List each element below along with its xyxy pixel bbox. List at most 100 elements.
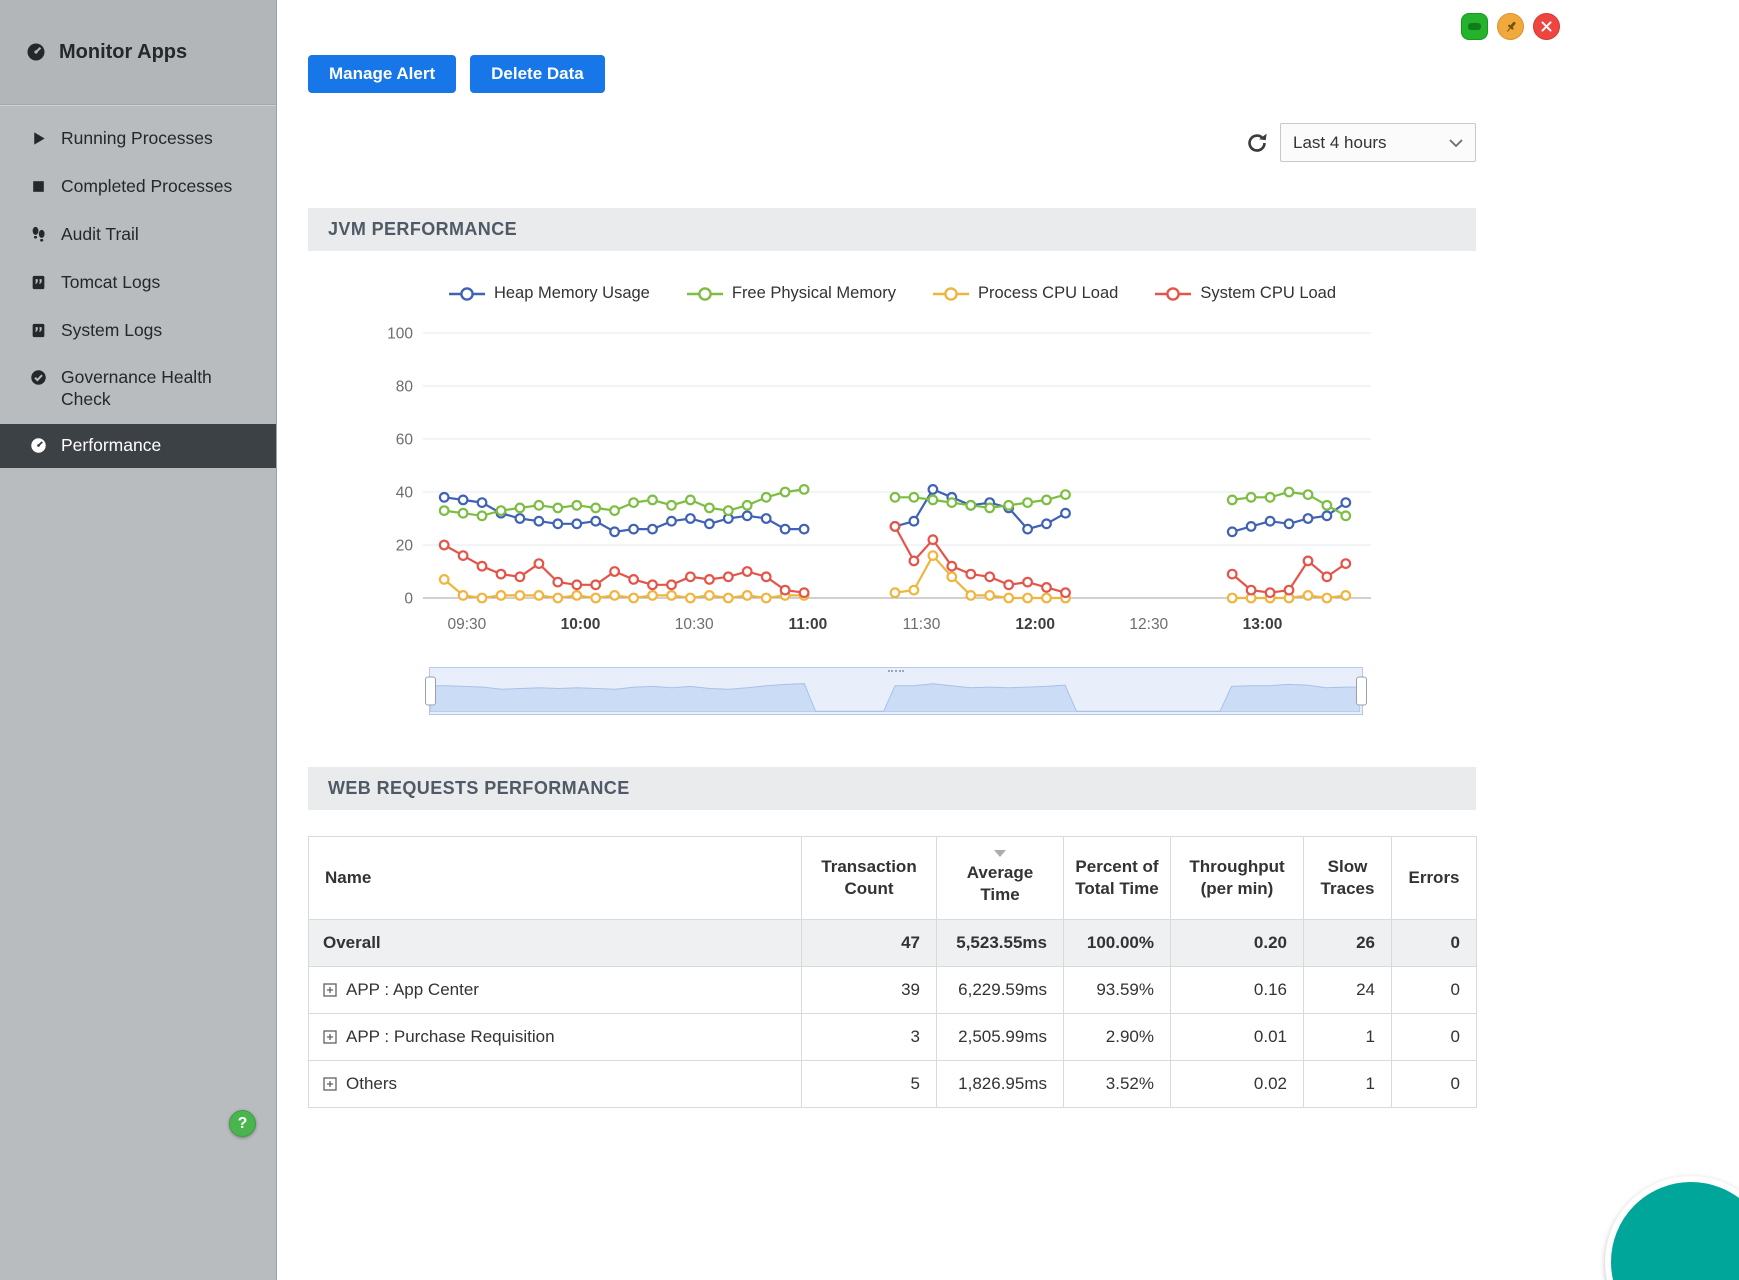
navigator-grip[interactable] [888,670,904,672]
row-value: 47 [802,920,937,967]
row-value: 0 [1392,920,1477,967]
row-name: Overall [323,933,381,953]
row-value: 0.16 [1171,967,1304,1014]
table-header-row: Name Transaction Count Average Time Percent… [309,837,1477,920]
svg-text:40: 40 [396,485,414,502]
refresh-button[interactable] [1243,129,1271,157]
row-value: 93.59% [1064,967,1171,1014]
sidebar-item-governance-health-check[interactable]: Governance Health Check [0,354,276,424]
legend-marker-icon [686,286,724,302]
web-requests-title: WEB REQUESTS PERFORMANCE [328,778,630,799]
svg-text:12:00: 12:00 [1015,616,1055,633]
svg-text:10:00: 10:00 [561,616,601,633]
navigator-left-handle[interactable] [425,677,436,706]
check-circle-icon [30,369,47,386]
sidebar: Monitor Apps Running Processes Completed … [0,0,277,1280]
jvm-performance-header: JVM PERFORMANCE [308,208,1476,251]
delete-data-button[interactable]: Delete Data [470,55,605,93]
assistant-bubble[interactable] [1605,1176,1739,1280]
row-name: APP : Purchase Requisition [346,1027,555,1047]
column-header-average-time[interactable]: Average Time [937,837,1064,920]
sidebar-title: Monitor Apps [59,41,187,64]
legend-marker-icon [1154,286,1192,302]
pin-button[interactable] [1497,13,1524,40]
table-row-overall: Overall 475,523.55ms100.00%0.20260 [309,920,1477,967]
close-icon [1540,20,1553,33]
column-header-errors[interactable]: Errors [1392,837,1477,920]
column-header-label: Transaction Count [821,857,916,898]
help-button[interactable]: ? [229,1110,256,1137]
sidebar-item-running-processes[interactable]: Running Processes [0,115,276,163]
row-value: 1 [1304,1061,1392,1108]
column-header-slow-traces[interactable]: Slow Traces [1304,837,1392,920]
svg-text:11:30: 11:30 [903,616,941,633]
stop-icon [30,178,47,195]
legend-item-process-cpu-load[interactable]: Process CPU Load [932,284,1118,303]
column-header-label: Slow Traces [1321,857,1375,898]
column-header-throughput-per-min[interactable]: Throughput (per min) [1171,837,1304,920]
time-range-select[interactable]: Last 4 hours [1280,123,1476,162]
sidebar-item-performance[interactable]: Performance [0,424,276,468]
row-value: 0 [1392,967,1477,1014]
svg-text:11:00: 11:00 [789,616,828,633]
row-value: 0.01 [1171,1014,1304,1061]
footprints-icon [30,226,47,243]
legend-item-free-physical-memory[interactable]: Free Physical Memory [686,284,896,303]
sidebar-item-tomcat-logs[interactable]: Tomcat Logs [0,259,276,307]
svg-text:100: 100 [387,326,413,343]
time-range-value: Last 4 hours [1293,133,1387,153]
svg-text:09:30: 09:30 [448,616,487,633]
expand-icon[interactable] [323,1030,337,1044]
legend-label: Process CPU Load [978,284,1118,303]
sidebar-item-label: Tomcat Logs [61,272,160,294]
sidebar-item-audit-trail[interactable]: Audit Trail [0,211,276,259]
column-header-label: Name [325,868,371,887]
sidebar-item-system-logs[interactable]: System Logs [0,307,276,355]
legend-label: Free Physical Memory [732,284,896,303]
svg-text:12:30: 12:30 [1129,616,1168,633]
svg-text:20: 20 [396,538,414,555]
web-requests-table: Name Transaction Count Average Time Percent… [308,836,1477,1108]
legend-item-system-cpu-load[interactable]: System CPU Load [1154,284,1336,303]
log-icon [30,274,47,291]
legend-item-heap-memory-usage[interactable]: Heap Memory Usage [448,284,650,303]
column-header-transaction-count[interactable]: Transaction Count [802,837,937,920]
time-range-row: Last 4 hours [308,123,1476,162]
minimize-button[interactable] [1461,13,1488,40]
row-value: 24 [1304,967,1392,1014]
navigator-right-handle[interactable] [1356,677,1367,706]
gauge-icon [30,437,47,454]
row-value: 100.00% [1064,920,1171,967]
row-value: 5 [802,1061,937,1108]
web-requests-header: WEB REQUESTS PERFORMANCE [308,767,1476,810]
column-header-percent-of-total-time[interactable]: Percent of Total Time [1064,837,1171,920]
row-value: 3 [802,1014,937,1061]
app-window: Monitor Apps Running Processes Completed … [0,0,1739,1280]
chart-range-navigator[interactable] [429,667,1363,715]
content-column: Manage Alert Delete Data Last 4 hours JV… [308,0,1476,1108]
log-icon [30,322,47,339]
column-header-name[interactable]: Name [309,837,802,920]
expand-icon[interactable] [323,1077,337,1091]
sidebar-item-label: Governance Health Check [61,367,260,411]
sidebar-item-label: Completed Processes [61,176,232,198]
row-value: 0.20 [1171,920,1304,967]
row-value: 5,523.55ms [937,920,1064,967]
table-row-others: Others51,826.95ms3.52%0.0210 [309,1061,1477,1108]
row-value: 26 [1304,920,1392,967]
gauge-icon [26,42,46,62]
chevron-down-icon [1449,139,1463,147]
row-value: 3.52% [1064,1061,1171,1108]
row-value: 1 [1304,1014,1392,1061]
column-header-label: Errors [1408,868,1459,887]
manage-alert-button[interactable]: Manage Alert [308,55,456,93]
column-header-label: Throughput (per min) [1189,857,1284,898]
close-button[interactable] [1533,13,1560,40]
sidebar-item-completed-processes[interactable]: Completed Processes [0,163,276,211]
expand-icon[interactable] [323,983,337,997]
column-header-label: Average Time [967,863,1033,904]
sidebar-item-label: Performance [61,435,161,457]
table-row-app-app-center: APP : App Center396,229.59ms93.59%0.1624… [309,967,1477,1014]
main-area: Manage Alert Delete Data Last 4 hours JV… [277,0,1739,1280]
toolbar: Manage Alert Delete Data [308,55,1476,93]
